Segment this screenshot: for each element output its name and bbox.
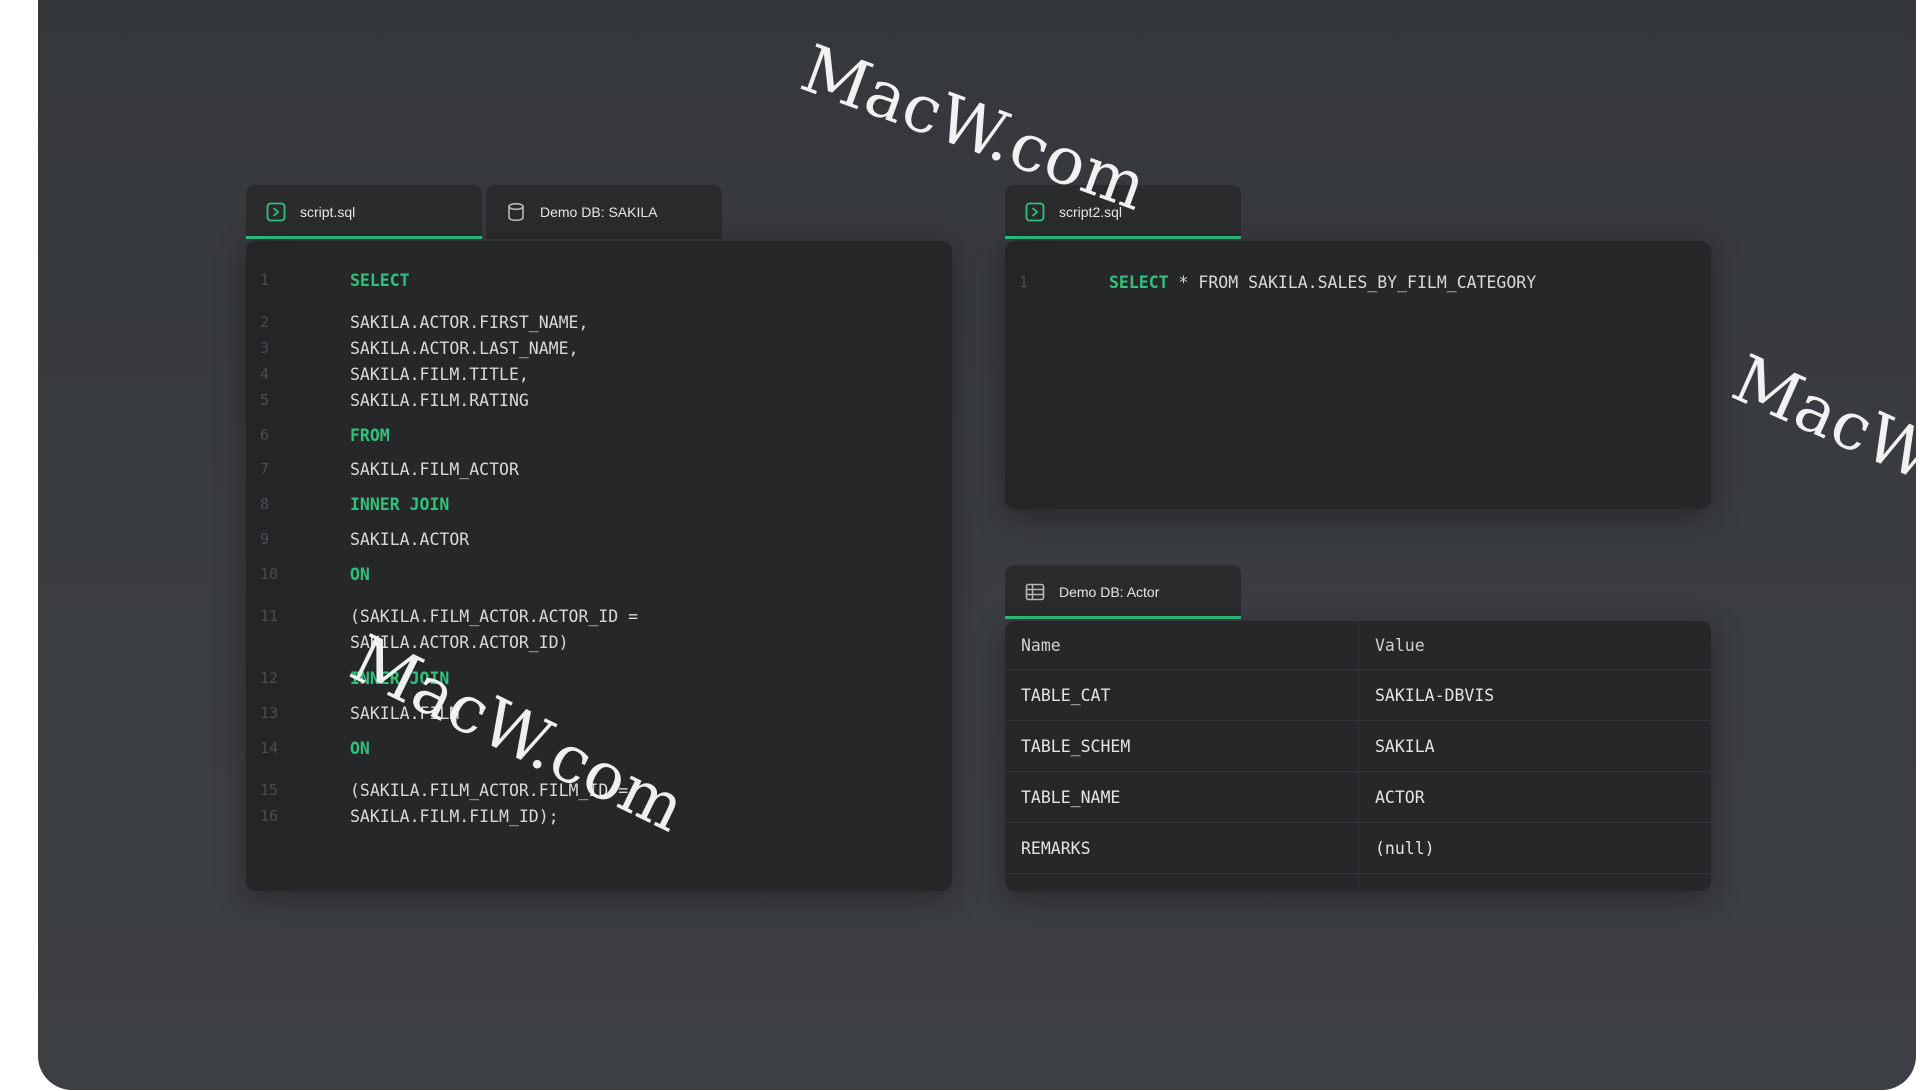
- sql-text: * FROM SAKILA.SALES_BY_FILM_CATEGORY: [1168, 273, 1537, 292]
- table-header-row: Name Value: [1005, 621, 1711, 670]
- sql-text: SAKILA.ACTOR.LAST_NAME,: [350, 339, 579, 358]
- watermark-right: MacW.com: [1721, 340, 1916, 557]
- database-icon: [506, 202, 526, 222]
- line-number: 12: [260, 669, 279, 687]
- cell-empty: [1358, 873, 1711, 891]
- line-number: 11: [260, 607, 279, 625]
- sql-keyword: INNER JOIN: [350, 495, 450, 514]
- sql-text: SAKILA.FILM: [350, 704, 460, 723]
- sql-editor-left[interactable]: 1 SELECT 2 SAKILA.ACTOR.FIRST_NAME, 3 SAKILA.…: [246, 241, 952, 891]
- column-header-name[interactable]: Name: [1005, 621, 1359, 670]
- line-number: 10: [260, 565, 279, 583]
- line-number: 15: [260, 781, 279, 799]
- app-backdrop: script.sql Demo DB: SAKILA 1 SELECT 2 SAKIL…: [38, 0, 1916, 1090]
- sql-text: (SAKILA.FILM_ACTOR.ACTOR_ID =: [350, 607, 639, 626]
- cell-name[interactable]: TABLE_CAT: [1005, 669, 1359, 721]
- result-grid[interactable]: Name Value TABLE_CAT SAKILA-DBVIS TABLE_…: [1005, 621, 1711, 891]
- sql-keyword: SELECT: [350, 271, 410, 290]
- sql-text: (SAKILA.FILM_ACTOR.FILM_ID =: [350, 781, 629, 800]
- cell-name[interactable]: TABLE_SCHEM: [1005, 720, 1359, 772]
- cell-empty: [1005, 873, 1359, 891]
- tab-label: Demo DB: SAKILA: [540, 204, 658, 220]
- sql-text: SAKILA.ACTOR: [350, 530, 470, 549]
- table-row[interactable]: TABLE_SCHEM SAKILA: [1005, 720, 1711, 772]
- tab-label: script.sql: [300, 204, 356, 220]
- sql-text: SAKILA.FILM.FILM_ID);: [350, 807, 559, 826]
- cell-name[interactable]: TABLE_NAME: [1005, 771, 1359, 823]
- sql-text: SAKILA.FILM.TITLE,: [350, 365, 529, 384]
- sql-keyword: ON: [350, 565, 370, 584]
- tab-demo-db-actor[interactable]: Demo DB: Actor: [1005, 565, 1241, 619]
- line-number: 6: [260, 426, 270, 444]
- table-grid-icon: [1025, 582, 1045, 602]
- line-number: 2: [260, 313, 270, 331]
- table-row: [1005, 873, 1711, 891]
- table-row[interactable]: TABLE_CAT SAKILA-DBVIS: [1005, 669, 1711, 721]
- code-text: SELECT * FROM SAKILA.SALES_BY_FILM_CATEG…: [1109, 273, 1536, 292]
- tab-script-sql[interactable]: script.sql: [246, 185, 482, 239]
- line-number: 3: [260, 339, 270, 357]
- tab-script2-sql[interactable]: script2.sql: [1005, 185, 1241, 239]
- table-row[interactable]: TABLE_NAME ACTOR: [1005, 771, 1711, 823]
- line-number: 1: [1019, 273, 1029, 291]
- line-number: 1: [260, 271, 270, 289]
- sql-editor-right[interactable]: 1 SELECT * FROM SAKILA.SALES_BY_FILM_CAT…: [1005, 241, 1711, 509]
- sql-text: SAKILA.ACTOR.ACTOR_ID): [350, 633, 569, 652]
- script-icon: [266, 202, 286, 222]
- cell-name[interactable]: REMARKS: [1005, 822, 1359, 874]
- line-number: 5: [260, 391, 270, 409]
- line-number: 13: [260, 704, 279, 722]
- sql-text: SAKILA.FILM_ACTOR: [350, 460, 519, 479]
- tab-label: script2.sql: [1059, 204, 1123, 220]
- sql-keyword: INNER JOIN: [350, 669, 450, 688]
- cell-value[interactable]: (null): [1358, 822, 1711, 874]
- line-number: 9: [260, 530, 270, 548]
- line-number: 7: [260, 460, 270, 478]
- tab-demo-db-sakila[interactable]: Demo DB: SAKILA: [486, 185, 722, 239]
- cell-value[interactable]: ACTOR: [1358, 771, 1711, 823]
- sql-text: SAKILA.ACTOR.FIRST_NAME,: [350, 313, 589, 332]
- sql-keyword: SELECT: [1109, 273, 1169, 292]
- line-number: 16: [260, 807, 279, 825]
- line-number: 14: [260, 739, 279, 757]
- script-icon: [1025, 202, 1045, 222]
- line-number: 4: [260, 365, 270, 383]
- sql-keyword: ON: [350, 739, 370, 758]
- line-number: 8: [260, 495, 270, 513]
- tab-label: Demo DB: Actor: [1059, 584, 1160, 600]
- result-table: Name Value TABLE_CAT SAKILA-DBVIS TABLE_…: [1005, 621, 1711, 891]
- sql-keyword: FROM: [350, 426, 390, 445]
- sql-text: SAKILA.FILM.RATING: [350, 391, 529, 410]
- cell-value[interactable]: SAKILA: [1358, 720, 1711, 772]
- table-row[interactable]: REMARKS (null): [1005, 822, 1711, 874]
- column-header-value[interactable]: Value: [1358, 621, 1711, 670]
- cell-value[interactable]: SAKILA-DBVIS: [1358, 669, 1711, 721]
